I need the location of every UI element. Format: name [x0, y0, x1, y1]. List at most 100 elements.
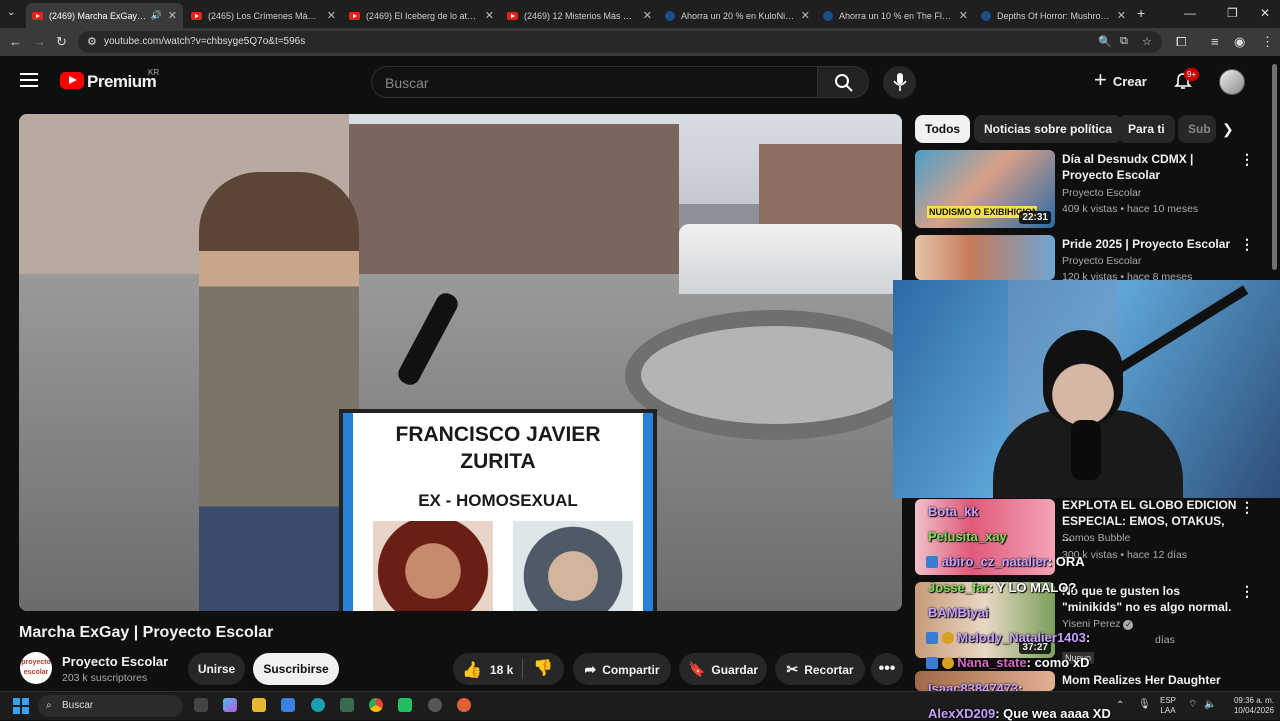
notification-count-badge: 9+: [1184, 68, 1200, 81]
chip-subscriptions[interactable]: Sub: [1178, 115, 1216, 143]
recommended-channel[interactable]: Proyecto Escolar: [1062, 187, 1141, 199]
share-button[interactable]: ➦ Compartir: [573, 653, 671, 685]
protest-sign-panel: FRANCISCO JAVIER ZURITA EX - HOMOSEXUAL: [353, 413, 643, 611]
reload-button[interactable]: ↻: [56, 34, 67, 50]
recommended-channel[interactable]: Yiseni Perez ✓: [1062, 618, 1134, 630]
tab-close-icon[interactable]: ✕: [643, 9, 652, 22]
join-button[interactable]: Unirse: [188, 653, 245, 685]
account-avatar[interactable]: [1219, 69, 1245, 95]
audio-icon[interactable]: 🔊: [151, 10, 162, 21]
site-info-icon[interactable]: ⚙: [87, 35, 97, 48]
browser-tab[interactable]: (2469) Marcha ExGay | Proye 🔊 ✕: [26, 3, 183, 28]
extensions-icon[interactable]: ⧠: [1176, 34, 1186, 50]
tab-close-icon[interactable]: ✕: [1117, 9, 1126, 22]
browser-tab[interactable]: Ahorra un 20 % en KuloNiku: B ✕: [659, 3, 816, 28]
search-input[interactable]: Buscar: [371, 66, 817, 98]
app-icon[interactable]: [398, 698, 412, 712]
forward-button[interactable]: →: [33, 34, 46, 49]
chip-todos[interactable]: Todos: [915, 115, 971, 143]
url-field[interactable]: ⚙ youtube.com/watch?v=chbsyge5Q7o&t=596s…: [78, 31, 1162, 53]
tab-close-icon[interactable]: ✕: [327, 9, 336, 22]
app-icon[interactable]: [428, 698, 442, 712]
edge-icon[interactable]: [311, 698, 325, 712]
clip-button[interactable]: ✂ Recortar: [775, 653, 865, 685]
cast-icon[interactable]: ⧉: [1120, 35, 1128, 48]
youtube-icon: [191, 11, 202, 20]
browser-tab[interactable]: Depths Of Horror: Mushroom D ✕: [975, 3, 1132, 28]
search-button[interactable]: [817, 66, 869, 98]
dislike-divider: [522, 659, 523, 679]
chrome-icon[interactable]: [369, 698, 383, 712]
chevron-right-icon[interactable]: ❯: [1222, 121, 1234, 138]
zoom-icon[interactable]: 🔍: [1098, 35, 1112, 48]
more-options-icon[interactable]: ⋮: [1240, 583, 1254, 600]
recommended-title[interactable]: Pride 2025 | Proyecto Escolar: [1062, 236, 1237, 252]
tab-close-icon[interactable]: ✕: [485, 9, 494, 22]
recommended-channel[interactable]: Somos Bubble: [1062, 532, 1130, 544]
page-scrollbar[interactable]: [1272, 64, 1277, 270]
copilot-icon[interactable]: [223, 698, 237, 712]
more-options-icon[interactable]: ⋮: [1240, 151, 1254, 168]
microphone-tray-icon[interactable]: 🎙: [1138, 700, 1151, 710]
chat-username: Bota_kk: [928, 504, 979, 519]
steam-icon: [665, 10, 675, 21]
volume-icon[interactable]: 🔈: [1204, 700, 1216, 710]
subscribe-button[interactable]: Suscribirse: [253, 653, 339, 685]
more-options-icon[interactable]: ⋮: [1240, 236, 1254, 253]
video-player[interactable]: FRANCISCO JAVIER ZURITA EX - HOMOSEXUAL: [19, 114, 902, 611]
recommended-channel[interactable]: Proyecto Escolar: [1062, 255, 1141, 267]
taskbar-search[interactable]: ⌕ Buscar: [38, 695, 183, 717]
browser-tab[interactable]: (2465) Los Crímenes Más Pertur ✕: [185, 3, 342, 28]
like-button[interactable]: 👍 18 k: [462, 660, 513, 680]
wifi-icon[interactable]: ⌔: [1188, 700, 1197, 710]
video-frame-tents: [679, 224, 902, 294]
tab-close-icon[interactable]: ✕: [959, 9, 968, 22]
more-options-icon[interactable]: ⋮: [1240, 499, 1254, 516]
youtube-icon: [507, 11, 518, 20]
store-icon[interactable]: [281, 698, 295, 712]
close-window-button[interactable]: ✕: [1260, 6, 1270, 20]
file-explorer-icon[interactable]: [252, 698, 266, 712]
recommended-title[interactable]: No que te gusten los "minikids" no es al…: [1062, 583, 1237, 615]
save-button[interactable]: 🔖 Guardar: [679, 653, 767, 685]
browser-menu-icon[interactable]: ⋮: [1261, 34, 1274, 50]
voice-search-button[interactable]: [883, 66, 916, 99]
minimize-button[interactable]: —: [1184, 6, 1196, 20]
dislike-button[interactable]: 👎: [533, 658, 553, 678]
restore-button[interactable]: ❐: [1227, 6, 1238, 20]
channel-avatar[interactable]: proyecto escolar: [20, 652, 52, 684]
tab-close-icon[interactable]: ✕: [168, 9, 177, 22]
back-button[interactable]: ←: [9, 34, 22, 49]
app-icon[interactable]: [457, 698, 471, 712]
browser-tab[interactable]: (2469) 12 Misterios Más Pertur ✕: [501, 3, 658, 28]
browser-tab[interactable]: (2469) El Iceberg de lo aterrad ✕: [343, 3, 500, 28]
clock[interactable]: 09:36 a. m. 10/04/2026: [1222, 696, 1274, 716]
recommended-thumbnail[interactable]: NUDISMO O EXIBIHICIONISMO 22:31: [915, 150, 1055, 228]
language-indicator[interactable]: ESP LAA: [1158, 696, 1178, 716]
windows-start-icon[interactable]: [13, 698, 29, 714]
app-icon[interactable]: [340, 698, 354, 712]
tab-list-dropdown-icon[interactable]: ⌄: [7, 7, 15, 18]
channel-name[interactable]: Proyecto Escolar: [62, 654, 168, 669]
reading-list-icon[interactable]: ≡: [1211, 34, 1219, 49]
system-tray-chevron-icon[interactable]: ⌃: [1116, 701, 1124, 711]
tab-close-icon[interactable]: ✕: [801, 9, 810, 22]
more-actions-button[interactable]: •••: [871, 653, 903, 685]
brand-label[interactable]: Premium: [87, 72, 157, 92]
profile-icon[interactable]: ◉: [1234, 34, 1245, 50]
task-view-icon[interactable]: [194, 698, 208, 712]
hamburger-menu-icon[interactable]: [20, 73, 38, 87]
browser-tab[interactable]: Ahorra un 10 % en The Floor A ✕: [817, 3, 974, 28]
chip-politics-news[interactable]: Noticias sobre política: [974, 115, 1123, 143]
recommended-thumbnail[interactable]: [915, 235, 1055, 280]
youtube-icon: [32, 11, 43, 20]
chat-badge-icon: [926, 657, 938, 669]
youtube-logo-icon[interactable]: [60, 72, 84, 89]
chat-username: Pelusita_xay: [928, 529, 1007, 544]
recommended-title[interactable]: Día al Desnudx CDMX | Proyecto Escolar: [1062, 151, 1237, 183]
create-button[interactable]: + Crear: [1088, 65, 1157, 97]
chip-for-you[interactable]: Para ti: [1118, 115, 1175, 143]
bookmark-star-icon[interactable]: ☆: [1142, 35, 1152, 48]
new-tab-button[interactable]: +: [1137, 5, 1145, 21]
recommended-title[interactable]: Mom Realizes Her Daughter: [1062, 672, 1237, 688]
